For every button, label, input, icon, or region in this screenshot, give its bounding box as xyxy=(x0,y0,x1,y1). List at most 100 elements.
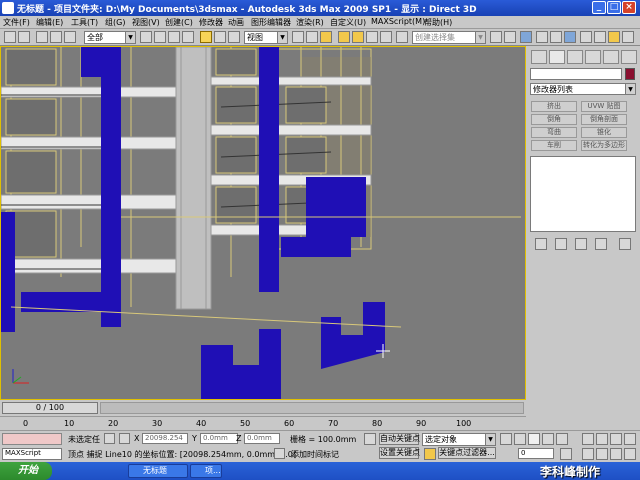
schematic-view-icon[interactable] xyxy=(550,31,562,43)
display-tab-icon[interactable] xyxy=(603,50,619,64)
select-object-icon[interactable] xyxy=(140,31,152,43)
object-color-swatch[interactable] xyxy=(625,68,635,80)
select-and-move-icon[interactable] xyxy=(200,31,212,43)
bevel-button[interactable]: 倒角 xyxy=(531,114,577,125)
motion-tab-icon[interactable] xyxy=(585,50,601,64)
zoom-extents-icon[interactable] xyxy=(610,433,622,445)
time-configuration-icon[interactable] xyxy=(560,448,572,460)
zoom-extents-all-icon[interactable] xyxy=(624,433,636,445)
extrude-button[interactable]: 挤出 xyxy=(531,101,577,112)
play-icon[interactable] xyxy=(528,433,540,445)
quick-render-icon[interactable] xyxy=(608,31,620,43)
taper-button[interactable]: 锥化 xyxy=(581,127,627,138)
perspective-viewport[interactable] xyxy=(0,46,526,400)
minimize-button[interactable]: _ xyxy=(592,1,606,14)
menu-tools[interactable]: 工具(T) xyxy=(71,17,98,28)
go-to-start-icon[interactable] xyxy=(500,433,512,445)
undo-icon[interactable] xyxy=(4,31,16,43)
edit-named-selection-icon[interactable] xyxy=(396,31,408,43)
y-coordinate-field[interactable]: 0.0mm xyxy=(200,433,238,444)
material-editor-icon[interactable] xyxy=(564,31,576,43)
percent-snap-icon[interactable] xyxy=(366,31,378,43)
absolute-mode-icon[interactable] xyxy=(119,433,130,444)
pin-stack-icon[interactable] xyxy=(535,238,547,250)
make-unique-icon[interactable] xyxy=(575,238,587,250)
track-bar[interactable]: 0 10 20 30 40 50 60 70 80 90 100 xyxy=(0,416,526,430)
selection-lock-icon[interactable] xyxy=(104,433,115,444)
menu-rendering[interactable]: 渲染(R) xyxy=(296,17,324,28)
render-type-icon[interactable] xyxy=(622,31,634,43)
named-selection-dropdown[interactable]: 创建选择集 ▼ xyxy=(412,31,486,44)
add-time-tag[interactable]: 添加时间标记 xyxy=(291,449,339,460)
uvw-map-button[interactable]: UVW 贴图 xyxy=(581,101,627,112)
select-manipulate-icon[interactable] xyxy=(306,31,318,43)
maxscript-listener-mini[interactable] xyxy=(2,433,62,445)
convert-to-poly-button[interactable]: 转化为多边形 xyxy=(581,140,627,151)
modifier-list-dropdown[interactable]: 修改器列表 ▼ xyxy=(530,83,636,95)
mirror-icon[interactable] xyxy=(490,31,502,43)
create-tab-icon[interactable] xyxy=(531,50,547,64)
rectangular-selection-icon[interactable] xyxy=(168,31,180,43)
angle-snap-icon[interactable] xyxy=(352,31,364,43)
spinner-snap-icon[interactable] xyxy=(380,31,392,43)
auto-key-button[interactable]: 自动关键点 xyxy=(379,433,420,445)
bevel-profile-button[interactable]: 倒角剖面 xyxy=(581,114,627,125)
window-crossing-icon[interactable] xyxy=(182,31,194,43)
menu-maxscript[interactable]: MAXScript(M) xyxy=(371,17,425,26)
set-key-button[interactable]: 设置关键点 xyxy=(379,447,420,459)
maximize-button[interactable]: □ xyxy=(607,1,621,14)
menu-modifiers[interactable]: 修改器 xyxy=(199,17,223,28)
hierarchy-tab-icon[interactable] xyxy=(567,50,583,64)
menu-animation[interactable]: 动画 xyxy=(228,17,244,28)
current-frame-field[interactable]: 0 xyxy=(518,448,554,459)
maxscript-label[interactable]: MAXScript xyxy=(2,448,62,460)
orbit-icon[interactable] xyxy=(610,448,622,460)
snaps-toggle-icon[interactable] xyxy=(338,31,350,43)
rendered-frame-icon[interactable] xyxy=(594,31,606,43)
menu-help[interactable]: 帮助(H) xyxy=(424,17,452,28)
remove-modifier-icon[interactable] xyxy=(595,238,607,250)
show-end-result-icon[interactable] xyxy=(555,238,567,250)
go-to-end-icon[interactable] xyxy=(556,433,568,445)
modify-tab-icon[interactable] xyxy=(549,50,565,64)
select-and-rotate-icon[interactable] xyxy=(214,31,226,43)
next-frame-icon[interactable] xyxy=(542,433,554,445)
time-slider-track[interactable] xyxy=(100,402,524,414)
menu-graph-editors[interactable]: 图形编辑器 xyxy=(251,17,291,28)
layer-manager-icon[interactable] xyxy=(520,31,532,43)
close-button[interactable]: × xyxy=(622,1,636,14)
x-coordinate-field[interactable]: 20098.254 xyxy=(142,433,188,444)
select-by-name-icon[interactable] xyxy=(154,31,166,43)
bend-button[interactable]: 弯曲 xyxy=(531,127,577,138)
menu-views[interactable]: 视图(V) xyxy=(132,17,160,28)
start-button[interactable]: 开始 xyxy=(0,462,52,480)
configure-sets-icon[interactable] xyxy=(619,238,631,250)
key-filters-button[interactable]: 关键点过滤器... xyxy=(438,447,496,459)
menu-file[interactable]: 文件(F) xyxy=(3,17,30,28)
taskbar-item-project[interactable]: 项... xyxy=(190,464,222,478)
pivot-center-icon[interactable] xyxy=(292,31,304,43)
select-and-scale-icon[interactable] xyxy=(228,31,240,43)
menu-group[interactable]: 组(G) xyxy=(105,17,125,28)
menu-customize[interactable]: 自定义(U) xyxy=(330,17,366,28)
time-slider[interactable]: 0 / 100 xyxy=(0,400,526,416)
utilities-tab-icon[interactable] xyxy=(621,50,637,64)
time-tag-icon[interactable] xyxy=(274,448,285,459)
keyboard-shortcut-override-icon[interactable] xyxy=(320,31,332,43)
modifier-stack[interactable] xyxy=(530,156,636,232)
align-icon[interactable] xyxy=(504,31,516,43)
bind-space-warp-icon[interactable] xyxy=(64,31,76,43)
redo-icon[interactable] xyxy=(18,31,30,43)
render-setup-icon[interactable] xyxy=(580,31,592,43)
zoom-all-icon[interactable] xyxy=(596,433,608,445)
set-key-icon[interactable] xyxy=(424,448,436,460)
link-icon[interactable] xyxy=(36,31,48,43)
key-mode-icon[interactable] xyxy=(364,433,376,445)
menu-create[interactable]: 创建(C) xyxy=(165,17,193,28)
maximize-viewport-icon[interactable] xyxy=(624,448,636,460)
selection-filter-dropdown[interactable]: 全部 ▼ xyxy=(84,31,136,44)
previous-frame-icon[interactable] xyxy=(514,433,526,445)
pan-view-icon[interactable] xyxy=(596,448,608,460)
selected-object-dropdown[interactable]: 选定对象 ▼ xyxy=(422,433,496,446)
z-coordinate-field[interactable]: 0.0mm xyxy=(244,433,280,444)
